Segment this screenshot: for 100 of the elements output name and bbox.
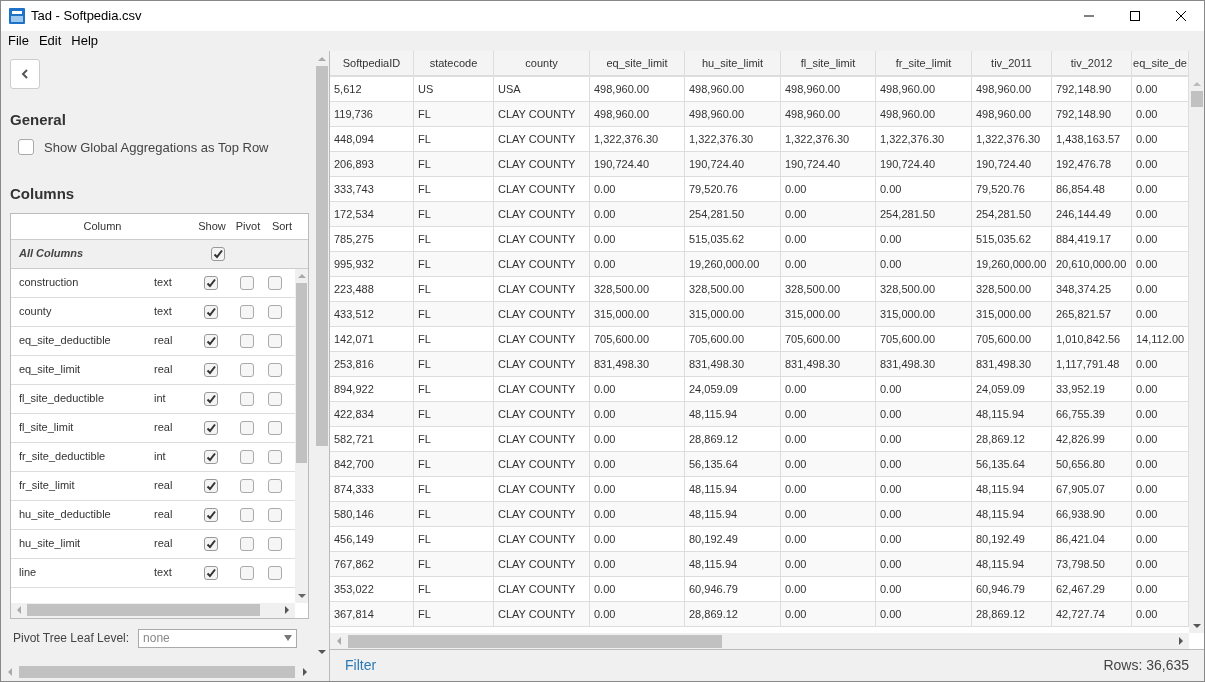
scrollbar[interactable] [1189,51,1204,633]
checkbox[interactable] [268,507,282,522]
column-name: fl_site_limit [18,420,75,436]
column-header: Column [82,218,123,234]
checkbox[interactable] [268,449,282,464]
table-cell: 580,146 [330,502,414,526]
table-cell: 20,610,000.00 [1052,252,1132,276]
checkbox[interactable] [204,478,218,493]
column-header[interactable]: county [494,51,590,75]
table-cell: 0.00 [590,602,685,626]
checkbox[interactable] [268,565,282,580]
scrollbar-thumb[interactable] [348,634,722,648]
checkbox[interactable] [240,333,254,348]
scroll-arrow-icon[interactable] [302,667,308,676]
checkbox[interactable] [204,391,218,406]
table-cell: 48,115.94 [972,477,1052,501]
table-cell: 28,869.12 [685,427,781,451]
checkbox[interactable] [268,478,282,493]
column-header[interactable]: statecode [414,51,494,75]
table-cell: 884,419.17 [1052,227,1132,251]
column-type: text [154,275,173,291]
checkbox[interactable] [240,420,254,435]
checkbox[interactable] [204,449,218,464]
table-cell: 515,035.62 [685,227,781,251]
check-icon [206,364,216,375]
column-header[interactable]: tiv_2011 [972,51,1052,75]
checkbox[interactable] [204,304,218,319]
table-cell: 0.00 [781,252,876,276]
scrollbar[interactable] [11,602,295,618]
scrollbar-thumb[interactable] [27,604,260,616]
checkbox[interactable] [240,304,254,319]
checkbox[interactable] [211,246,225,261]
scrollbar[interactable] [295,268,308,603]
scrollbar-thumb[interactable] [296,282,307,463]
scrollbar-thumb[interactable] [19,665,295,678]
column-name: fr_site_deductible [18,449,107,465]
checkbox[interactable] [240,565,254,580]
column-type: real [154,362,174,378]
table-cell: 1,117,791.48 [1052,352,1132,376]
menu-item[interactable]: File [3,31,34,51]
scrollbar-thumb[interactable] [315,66,328,446]
checkbox[interactable] [268,362,282,377]
checkbox[interactable] [240,362,254,377]
column-header[interactable]: eq_site_limit [590,51,685,75]
checkbox[interactable] [240,449,254,464]
scrollbar[interactable] [330,633,1189,649]
table-cell: 19,260,000.00 [972,252,1052,276]
checkbox[interactable] [204,333,218,348]
checkbox[interactable] [240,507,254,522]
column-header[interactable]: hu_site_limit [685,51,781,75]
table-cell: 0.00 [876,402,972,426]
menu-item[interactable]: Help [66,31,104,51]
table-cell: 190,724.40 [876,152,972,176]
menu-item[interactable]: Edit [33,31,67,51]
table-cell: 1,322,376.30 [685,127,781,151]
checkbox[interactable] [204,362,218,377]
table-cell: 0.00 [781,502,876,526]
checkbox[interactable] [268,391,282,406]
scrollbar-thumb[interactable] [1190,91,1203,107]
filter-link[interactable]: Filter [345,655,377,676]
checkbox[interactable] [240,478,254,493]
table-cell: 767,862 [330,552,414,576]
checkbox[interactable] [240,275,254,290]
table-cell: 0.00 [876,527,972,551]
checkbox[interactable] [204,536,218,551]
checkbox[interactable] [204,507,218,522]
checkbox[interactable] [204,420,218,435]
table-cell: FL [414,202,494,226]
table-cell: 1,322,376.30 [781,127,876,151]
column-header[interactable]: tiv_2012 [1052,51,1132,75]
table-cell: 315,000.00 [590,302,685,326]
leaf-level-dropdown[interactable]: none [138,628,298,648]
column-header[interactable]: fr_site_limit [876,51,972,75]
table-cell: 48,115.94 [972,502,1052,526]
checkbox[interactable] [268,275,282,290]
checkbox[interactable] [268,420,282,435]
checkbox[interactable] [268,304,282,319]
checkbox[interactable] [204,565,218,580]
table-cell: 831,498.30 [781,352,876,376]
checkbox[interactable] [204,275,218,290]
column-header[interactable]: SoftpediaID [330,51,414,75]
table-cell: 48,115.94 [685,402,781,426]
checkbox[interactable] [268,536,282,551]
scroll-arrow-icon[interactable] [317,649,326,655]
table-cell: CLAY COUNTY [494,227,590,251]
row-label: All Columns [18,246,85,262]
column-name: hu_site_limit [18,536,82,552]
checkbox[interactable] [268,333,282,348]
table-cell: 315,000.00 [685,302,781,326]
checkbox[interactable] [18,139,34,156]
table-cell: 254,281.50 [876,202,972,226]
table-cell: 498,960.00 [876,77,972,101]
back-button[interactable] [10,59,40,89]
column-header[interactable]: fl_site_limit [781,51,876,75]
check-icon [206,422,216,433]
checkbox[interactable] [240,391,254,406]
table-cell: CLAY COUNTY [494,477,590,501]
checkbox[interactable] [240,536,254,551]
table-cell: CLAY COUNTY [494,552,590,576]
table-cell: FL [414,552,494,576]
